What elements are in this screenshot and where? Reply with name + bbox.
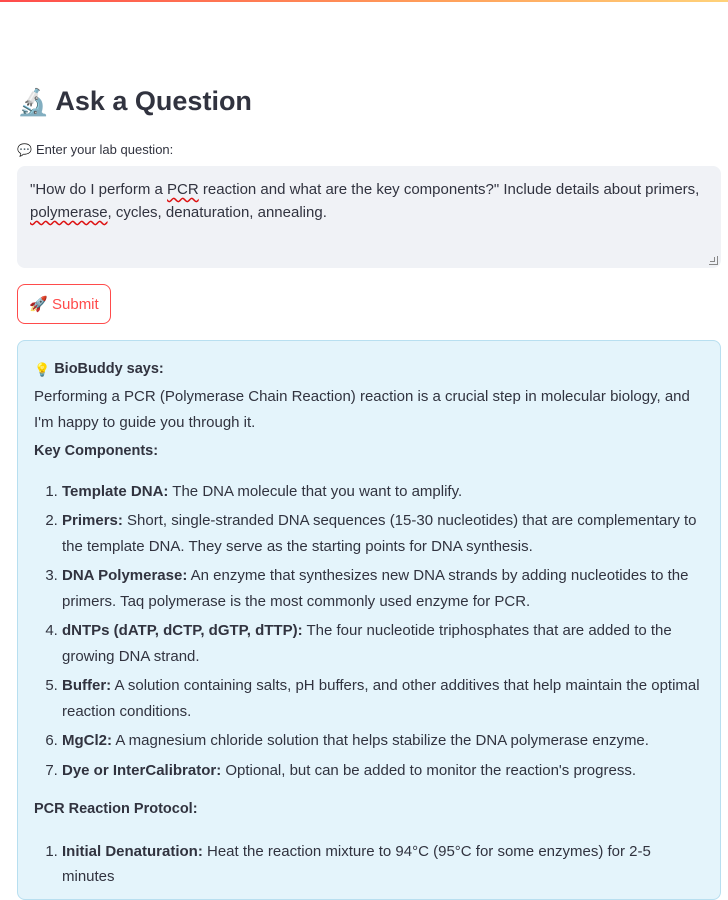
protocol-heading: PCR Reaction Protocol: [34,801,198,817]
list-item: DNA Polymerase: An enzyme that synthesiz… [62,563,705,614]
question-field-label: 💬 Enter your lab question: [17,142,173,157]
page-title: 🔬 Ask a Question [17,86,252,117]
textarea-resize-handle[interactable] [709,256,718,265]
list-item-term: Primers: [62,512,123,529]
list-item-description: Optional, but can be added to monitor th… [221,761,636,779]
question-text-part: PCR [167,181,199,198]
list-item-term: Dye or InterCalibrator: [62,761,222,779]
list-item: MgCl2: A magnesium chloride solution tha… [62,728,705,754]
list-item-description: Short, single-stranded DNA sequences (15… [62,512,697,555]
list-item: Template DNA: The DNA molecule that you … [62,479,705,505]
list-item: Initial Denaturation: Heat the reaction … [62,839,705,890]
list-item: Primers: Short, single-stranded DNA sequ… [62,508,705,559]
answer-header: 💡 BioBuddy says: [34,359,705,381]
question-label-text: Enter your lab question: [35,142,174,157]
answer-speaker: BioBuddy says: [54,361,164,378]
list-item: dNTPs (dATP, dCTP, dGTP, dTTP): The four… [62,618,705,669]
protocol-list: Initial Denaturation: Heat the reaction … [34,839,705,890]
top-decoration-bar [0,0,728,2]
speech-bubble-icon: 💬 [17,142,32,157]
page-title-text: Ask a Question [55,86,252,116]
question-text-part: , cycles, denaturation, annealing. [107,204,327,221]
question-text-part: reaction and what are the key components… [198,181,700,198]
list-item-term: DNA Polymerase: [62,567,188,584]
submit-label: Submit [52,295,99,313]
lightbulb-icon: 💡 [34,362,51,378]
rocket-icon: 🚀 [29,296,48,313]
list-item-term: MgCl2: [62,732,112,749]
microscope-icon: 🔬 [17,86,50,117]
answer-intro: Performing a PCR (Polymerase Chain React… [34,388,690,431]
list-item-description: The DNA molecule that you want to amplif… [168,482,463,500]
list-item-term: Buffer: [62,677,112,694]
question-text-part: "How do I perform a [30,181,168,198]
components-list: Template DNA: The DNA molecule that you … [34,479,705,784]
list-item: Dye or InterCalibrator: Optional, but ca… [62,758,705,784]
components-heading: Key Components: [34,443,159,459]
list-item-description: A magnesium chloride solution that helps… [112,732,649,749]
question-text-part: polymerase [30,204,108,221]
list-item-term: Initial Denaturation: [62,842,203,860]
submit-button[interactable]: 🚀 Submit [17,284,111,324]
list-item-description: A solution containing salts, pH buffers,… [62,677,700,720]
list-item: Buffer: A solution containing salts, pH … [62,673,705,724]
list-item-term: dNTPs (dATP, dCTP, dGTP, dTTP): [62,622,303,639]
answer-panel: 💡 BioBuddy says: Performing a PCR (Polym… [17,340,721,900]
list-item-term: Template DNA: [62,482,169,500]
question-textarea[interactable]: "How do I perform a PCR reaction and wha… [17,166,721,268]
